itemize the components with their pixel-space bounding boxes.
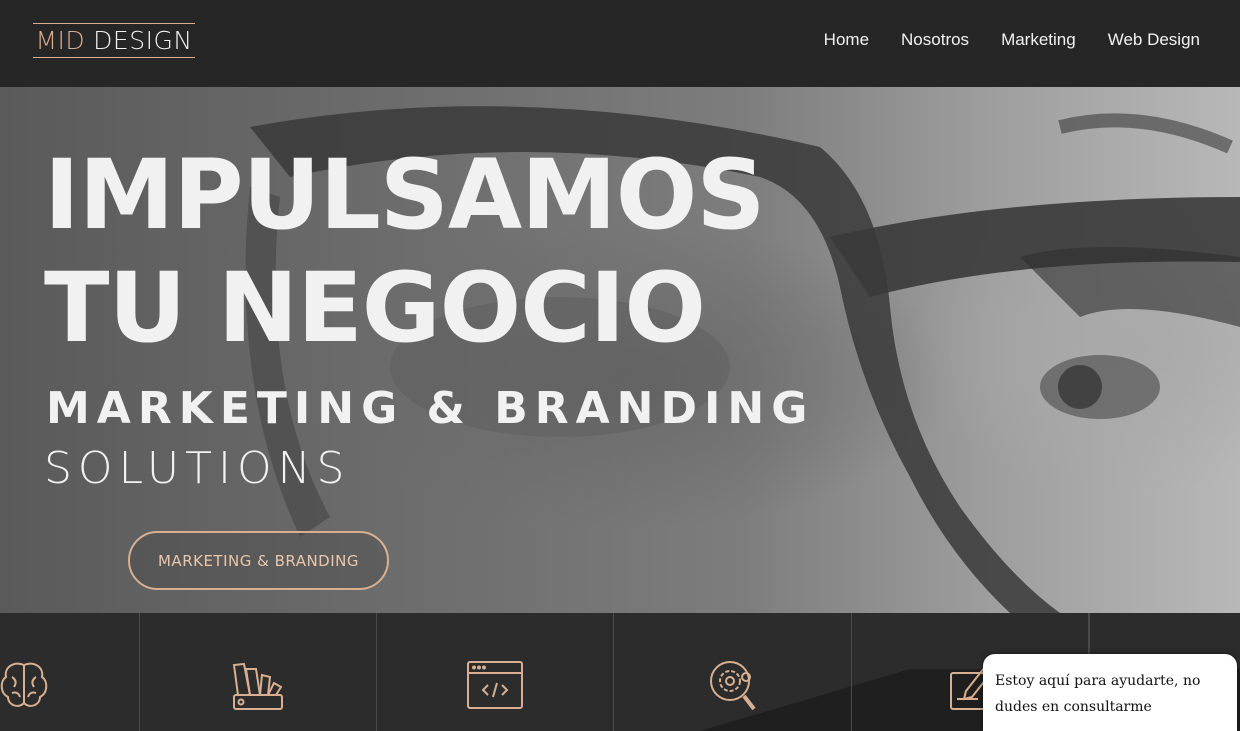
hero-title-line2: TU NEGOCIO [44,252,706,364]
logo-mid: MID [35,26,86,55]
service-item-brain[interactable] [0,613,140,731]
nav-marketing[interactable]: Marketing [1001,30,1076,50]
service-item-branding[interactable] [140,613,377,731]
logo-design: DESIGN [93,26,193,55]
marketing-branding-button[interactable]: MARKETING & BRANDING [128,531,389,590]
chat-message: Estoy aquí para ayudarte, no dudes en co… [995,673,1201,715]
top-navbar: MID DESIGN Home Nosotros Marketing Web D… [0,0,1240,87]
hero-banner: IMPULSAMOS TU NEGOCIO MARKETING & BRANDI… [0,87,1240,613]
hero-subtitle-line2: SOLUTIONS [44,443,351,494]
logo[interactable]: MID DESIGN [33,23,195,58]
service-item-seo[interactable] [614,613,852,731]
hero-title-line1: IMPULSAMOS [44,139,765,251]
hero-subtitle-line1: MARKETING & BRANDING [46,383,815,434]
hero-title: IMPULSAMOS TU NEGOCIO [44,139,765,365]
color-swatch-icon [232,662,283,710]
nav-nosotros[interactable]: Nosotros [901,30,969,50]
nav-home[interactable]: Home [824,30,869,50]
gear-search-icon [710,661,756,711]
nav-web-design[interactable]: Web Design [1108,30,1200,50]
main-nav: Home Nosotros Marketing Web Design [824,30,1200,50]
service-item-web-development[interactable] [377,613,614,731]
code-window-icon [467,661,523,709]
chat-widget-bubble[interactable]: Estoy aquí para ayudarte, no dudes en co… [983,654,1237,731]
brain-icon [0,662,48,707]
